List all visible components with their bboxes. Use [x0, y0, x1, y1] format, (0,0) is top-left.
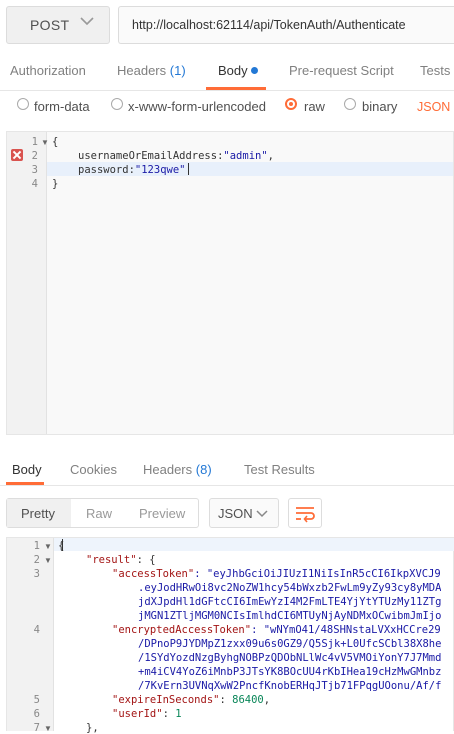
json-string: "123qwe" — [134, 164, 186, 176]
chevron-down-icon — [80, 17, 94, 26]
code-line: "result": { — [86, 554, 156, 566]
code-line-wrap: +m4iCV4YoZ6iMnbP3JTsYK8BOcUU4rKbIHea19cH… — [138, 666, 442, 678]
radio-form-data[interactable] — [17, 98, 29, 110]
response-headers-count-badge: (8) — [195, 462, 212, 477]
line-number: 3 — [31, 164, 38, 176]
tabs-divider — [0, 90, 454, 91]
json-key: "result" — [86, 554, 137, 566]
code-line: }, — [86, 722, 99, 734]
response-tabs-divider — [0, 485, 454, 486]
json-punct: : { — [136, 554, 156, 566]
url-text: http://localhost:62114/api/TokenAuth/Aut… — [132, 18, 406, 32]
body-modified-dot — [251, 67, 258, 74]
response-tab-body[interactable]: Body — [12, 462, 42, 477]
json-string: "admin" — [223, 150, 268, 162]
request-body-editor[interactable] — [6, 131, 454, 435]
fold-arrow-icon[interactable]: ▼ — [44, 556, 52, 565]
json-number: 86400 — [232, 694, 264, 706]
json-punct: , — [267, 150, 274, 162]
active-line-highlight — [54, 538, 454, 551]
code-line: usernameOrEmailAddress:"admin", — [78, 150, 274, 162]
raw-button[interactable]: Raw — [86, 506, 112, 521]
line-number: 4 — [33, 624, 40, 636]
fold-arrow-icon[interactable]: ▼ — [44, 542, 52, 551]
method-label: POST — [30, 17, 70, 33]
label-urlencoded: x-www-form-urlencoded — [128, 99, 266, 114]
code-line: "expireInSeconds": 86400, — [112, 694, 271, 706]
code-line: "userId": 1 — [112, 708, 182, 720]
label-binary: binary — [362, 99, 398, 114]
code-line: { — [52, 136, 59, 148]
radio-urlencoded[interactable] — [111, 98, 123, 110]
json-key: "expireInSeconds" — [112, 694, 220, 706]
line-number: 3 — [33, 568, 40, 580]
content-type-select[interactable]: JSON (a — [417, 100, 454, 114]
line-number: 2 — [33, 554, 40, 566]
json-key: password: — [78, 164, 135, 176]
chevron-down-icon — [256, 510, 268, 518]
json-string: : "wNYmO41/48SHNstaLVXxHCCre29 — [251, 624, 441, 636]
format-label: JSON — [218, 506, 253, 521]
json-key: usernameOrEmailAddress: — [78, 150, 224, 162]
text-caret — [62, 539, 63, 551]
tab-headers-label: Headers — [117, 63, 167, 78]
tab-body[interactable]: Body — [218, 63, 248, 78]
code-line: password:"123qwe" — [78, 164, 185, 176]
code-line-wrap: /7KvErn3UVNqXwW2PncfKnobERHqJTjb71FPqgUO… — [138, 680, 442, 692]
json-key: "encryptedAccessToken" — [112, 624, 252, 636]
response-tab-headers[interactable]: Headers (8) — [143, 462, 212, 477]
line-number: 2 — [31, 150, 38, 162]
code-line-wrap: /1SYdYozdNzgByhgNOBPzQDObNLlWc4vV5VMOiYo… — [138, 652, 442, 664]
line-number: 1 — [33, 540, 40, 552]
fold-arrow-icon[interactable]: ▼ — [44, 724, 52, 733]
json-number: 1 — [175, 708, 182, 720]
tab-prerequest-script[interactable]: Pre-request Script — [289, 63, 394, 78]
text-caret — [188, 163, 189, 175]
radio-raw[interactable] — [285, 98, 297, 110]
code-line-wrap: jMGN1ZTljMGM0NCIsImlhdCI6MTUyNjAyNDMxOCw… — [138, 610, 442, 622]
json-string: : "eyJhbGciOiJIUzI1NiIsInR5cCI6IkpXVCJ9 — [194, 568, 441, 580]
json-key: "accessToken" — [112, 568, 195, 580]
code-line-wrap: jdXJpdHl1dGFtcCI6ImEwYzI4M2FmLTE4YjYtYTU… — [138, 596, 442, 608]
response-tab-test-results[interactable]: Test Results — [244, 462, 315, 477]
label-form-data: form-data — [34, 99, 90, 114]
tab-headers[interactable]: Headers (1) — [117, 63, 186, 78]
tab-tests[interactable]: Tests — [420, 63, 450, 78]
fold-arrow-icon[interactable]: ▼ — [41, 138, 49, 147]
pretty-button[interactable]: Pretty — [21, 506, 55, 521]
code-line: "accessToken": "eyJhbGciOiJIUzI1NiIsInR5… — [112, 568, 441, 580]
response-tab-headers-label: Headers — [143, 462, 193, 477]
code-line-wrap: /DPnoP9JYDMpZ1zxx09u6s0GZ9/Q5Sjk+L0UfcSC… — [138, 638, 442, 650]
tab-authorization[interactable]: Authorization — [10, 63, 86, 78]
wrap-lines-button[interactable] — [288, 498, 322, 528]
line-number: 1 — [31, 136, 38, 148]
wrap-lines-icon — [296, 507, 315, 523]
code-line: } — [52, 178, 59, 190]
response-tab-cookies[interactable]: Cookies — [70, 462, 117, 477]
line-number: 5 — [33, 694, 40, 706]
line-number: 6 — [33, 708, 40, 720]
line-number: 4 — [31, 178, 38, 190]
code-line-wrap: .eyJodHRwOi8vc2NoZW1hcy54bWxzb2FwLm9yZy9… — [138, 582, 442, 594]
line-number: 7 — [33, 722, 40, 734]
code-line: "encryptedAccessToken": "wNYmO41/48SHNst… — [112, 624, 441, 636]
json-key: "userId" — [112, 708, 163, 720]
headers-count-badge: (1) — [169, 63, 186, 78]
preview-button[interactable]: Preview — [139, 506, 185, 521]
radio-binary[interactable] — [344, 98, 356, 110]
label-raw: raw — [304, 99, 325, 114]
